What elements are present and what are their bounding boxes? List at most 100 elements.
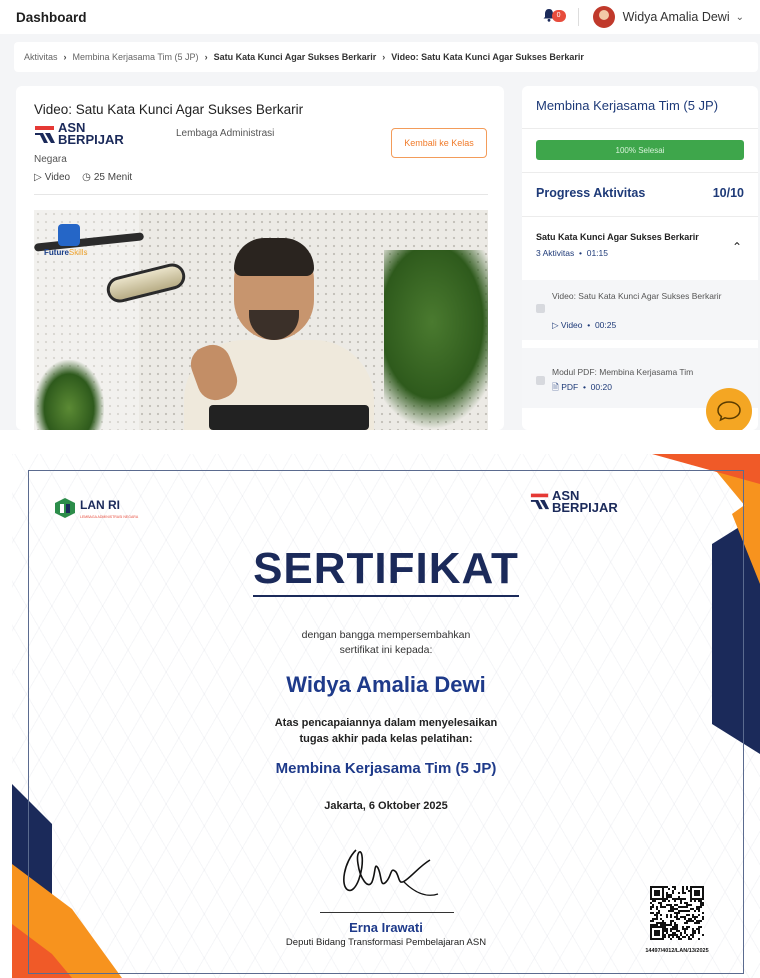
back-to-class-button[interactable]: Kembali ke Kelas <box>391 128 487 158</box>
futureskills-a: Future <box>44 248 69 257</box>
certificate-title: SERTIFIKAT <box>12 544 760 597</box>
notification-badge: 0 <box>551 10 566 22</box>
chat-bubble-icon <box>717 401 741 422</box>
video-player[interactable]: FutureSkills <box>34 210 488 430</box>
asn-berpijar-logo: ASN BERPIJAR <box>530 489 618 516</box>
asn-berpijar-logo: ASN BERPIJAR <box>34 121 124 148</box>
clock-icon: ◷ <box>82 172 91 183</box>
chat-button[interactable] <box>706 388 752 430</box>
duration-label: 25 Menit <box>93 172 133 183</box>
logo-text-berpijar: BERPIJAR <box>58 132 124 148</box>
intro-line-1: dengan bangga mempersembahkan <box>301 629 471 641</box>
asn-logo-mark-icon <box>35 126 55 143</box>
plant-decoration <box>384 250 488 430</box>
lan-logo-text: LAN RI <box>80 498 120 512</box>
certificate: LAN RI LEMBAGA ADMINISTRASI NEGARA ASN B… <box>12 454 760 978</box>
lan-logo-subtext: LEMBAGA ADMINISTRASI NEGARA <box>80 515 139 519</box>
logo-text-berpijar: BERPIJAR <box>552 500 618 516</box>
page-title: Dashboard <box>16 9 87 25</box>
divider <box>522 172 758 173</box>
item-meta: ▷ Video • 00:25 <box>552 320 616 331</box>
avatar[interactable] <box>592 6 615 28</box>
checkbox-icon <box>536 304 545 313</box>
institution-name: Lembaga Administrasi <box>176 128 275 139</box>
chevron-down-icon[interactable]: ⌄ <box>736 12 744 23</box>
section-summary: 3 Aktivitas • 01:15 <box>536 248 608 258</box>
breadcrumb-item-aktivitas[interactable]: Aktivitas <box>24 52 58 62</box>
type-meta: ▷ Video <box>34 172 70 183</box>
dot-separator: • <box>580 382 591 392</box>
app-window: Dashboard 0 Widya Amalia Dewi ⌄ Aktivita… <box>0 0 760 430</box>
signature-line <box>320 912 454 913</box>
institution-name-cont: Negara <box>34 154 67 165</box>
divider <box>522 128 758 129</box>
place-date: Jakarta, 6 Oktober 2025 <box>324 800 448 812</box>
progress-label: 100% Selesai <box>615 145 665 155</box>
course-title: Membina Kerjasama Tim (5 JP) <box>536 98 719 113</box>
play-circle-icon: ▷ <box>34 172 42 183</box>
breadcrumb: Aktivitas › Membina Kerjasama Tim (5 JP)… <box>14 42 758 72</box>
content-title: Video: Satu Kata Kunci Agar Sukses Berka… <box>34 102 304 117</box>
chevron-right-icon: › <box>382 52 386 62</box>
chevron-right-icon: › <box>204 52 208 62</box>
content-card: Video: Satu Kata Kunci Agar Sukses Berka… <box>16 86 504 430</box>
content-meta: ▷ Video ◷ 25 Menit <box>34 172 132 183</box>
lan-logo-text-group: LAN RI LEMBAGA ADMINISTRASI NEGARA <box>80 496 138 519</box>
list-item[interactable]: Video: Satu Kata Kunci Agar Sukses Berka… <box>522 280 758 340</box>
qr-code <box>650 886 704 940</box>
notification-button[interactable]: 0 <box>542 8 566 26</box>
signature <box>343 849 439 896</box>
user-area: 0 Widya Amalia Dewi ⌄ <box>542 6 744 28</box>
recipient-name: Widya Amalia Dewi <box>286 672 486 697</box>
section-title: Satu Kata Kunci Agar Sukses Berkarir <box>536 232 699 242</box>
item-duration: 00:20 <box>590 382 612 392</box>
signer-name: Erna Irawati <box>349 920 423 935</box>
top-bar: Dashboard 0 Widya Amalia Dewi ⌄ <box>0 0 760 34</box>
presenter-tablet <box>209 405 369 430</box>
breadcrumb-item-current: Video: Satu Kata Kunci Agar Sukses Berka… <box>391 52 584 62</box>
checkbox-icon <box>536 376 545 385</box>
section-duration: 01:15 <box>586 248 608 258</box>
intro-line-2: sertifikat ini kepada: <box>339 644 433 656</box>
plant-decoration <box>34 360 104 430</box>
course-progress-panel: Membina Kerjasama Tim (5 JP) 100% Selesa… <box>522 86 758 430</box>
chevron-right-icon: › <box>63 52 67 62</box>
progress-bar: 100% Selesai <box>536 140 744 160</box>
achievement-line-2: tugas akhir pada kelas pelatihan: <box>299 733 473 745</box>
section-activities: 3 Aktivitas <box>536 248 575 258</box>
user-name[interactable]: Widya Amalia Dewi <box>623 10 730 24</box>
section-header[interactable]: Satu Kata Kunci Agar Sukses Berkarir 3 A… <box>522 218 758 276</box>
item-type: PDF <box>561 382 579 392</box>
chevron-up-icon[interactable]: ⌃ <box>732 240 742 254</box>
breadcrumb-item-course[interactable]: Membina Kerjasama Tim (5 JP) <box>73 52 199 62</box>
asn-logo-mark-icon <box>530 493 550 510</box>
item-duration: 00:25 <box>594 320 617 330</box>
divider <box>522 216 758 217</box>
duration-meta: ◷ 25 Menit <box>82 172 132 183</box>
progress-count: 10/10 <box>712 186 744 200</box>
presenter-hair <box>234 238 314 276</box>
dot-separator: • <box>584 320 595 330</box>
breadcrumb-item-section[interactable]: Satu Kata Kunci Agar Sukses Berkarir <box>214 52 377 62</box>
item-title: Video: Satu Kata Kunci Agar Sukses Berka… <box>552 291 722 301</box>
certificate-title-text: SERTIFIKAT <box>253 544 519 597</box>
lan-ri-logo: LAN RI LEMBAGA ADMINISTRASI NEGARA <box>54 496 138 519</box>
play-circle-icon: ▷ <box>552 320 559 330</box>
file-icon: 🗎 <box>552 382 559 392</box>
certificate-number: 14497/4012/LAN/13/2025 <box>645 948 709 954</box>
item-title: Modul PDF: Membina Kerjasama Tim <box>552 367 694 377</box>
futureskills-logo-icon <box>58 224 80 246</box>
course-name: Membina Kerjasama Tim (5 JP) <box>275 760 497 777</box>
lan-logo-mark-icon <box>55 497 75 518</box>
dot-separator: • <box>576 248 587 258</box>
item-meta: 🗎 PDF • 00:20 <box>552 382 612 396</box>
divider <box>577 8 579 26</box>
futureskills-logo: FutureSkills <box>44 248 88 257</box>
progress-heading: Progress Aktivitas <box>536 186 646 200</box>
signer-title: Deputi Bidang Transformasi Pembelajaran … <box>285 937 487 948</box>
divider <box>34 194 488 195</box>
item-type: Video <box>560 320 583 330</box>
type-label: Video <box>44 172 71 183</box>
futureskills-b: Skills <box>68 248 88 257</box>
achievement-line-1: Atas pencapaiannya dalam menyelesaikan <box>274 717 498 729</box>
